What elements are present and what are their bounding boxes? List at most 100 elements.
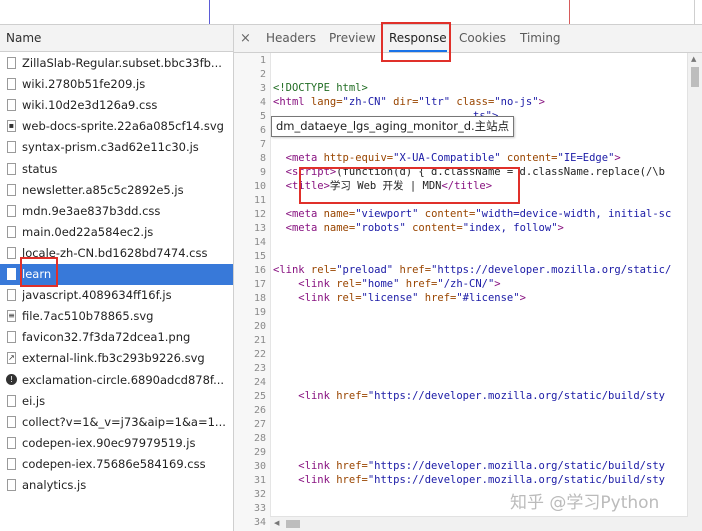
sprite-icon: ▪	[7, 120, 16, 133]
tab-timing[interactable]: Timing	[520, 25, 561, 52]
line-number: 14	[253, 237, 266, 248]
request-name: syntax-prism.c3ad62e11c30.js	[22, 140, 199, 155]
request-name: file.7ac510b78865.svg	[22, 309, 154, 324]
request-name: ei.js	[22, 393, 46, 408]
tab-preview[interactable]: Preview	[329, 25, 376, 52]
request-row[interactable]: learn	[0, 264, 233, 285]
line-number-gutter: 1 2 3 4 5 6 7 8 9 10 11 12 13 14 15 16 17 18 19 20 21 22 23 24 2…	[234, 53, 271, 531]
vertical-scrollbar[interactable]: ▲	[687, 53, 702, 531]
request-row[interactable]: status	[0, 159, 233, 180]
exclamation-icon: !	[6, 373, 17, 385]
line-number: 28	[253, 433, 266, 444]
line-number: 5	[259, 111, 266, 122]
request-row[interactable]: ! exclamation-circle.6890adcd878f...	[0, 370, 233, 391]
line-number: 8	[259, 153, 266, 164]
detail-panel: × Headers Preview Response Cookies Timin…	[234, 25, 702, 531]
request-name: learn	[22, 267, 52, 281]
request-row[interactable]: codepen-iex.90ec97979519.js	[0, 433, 233, 454]
request-row[interactable]: ▪ web-docs-sprite.22a6a085cf14.svg	[0, 116, 233, 137]
tab-headers[interactable]: Headers	[266, 25, 316, 52]
code-line-15: <link rel="preload" href="https://develo…	[273, 264, 672, 276]
line-number: 31	[253, 475, 266, 486]
request-name: codepen-iex.75686e584169.css	[22, 456, 206, 471]
request-row[interactable]: ei.js	[0, 391, 233, 412]
request-row[interactable]: newsletter.a85c5c2892e5.js	[0, 180, 233, 201]
line-number: 19	[253, 307, 266, 318]
code-line-30: <link href="https://developer.mozilla.or…	[298, 460, 665, 472]
request-row[interactable]: wiki.10d2e3d126a9.css	[0, 95, 233, 116]
tab-cookies[interactable]: Cookies	[459, 25, 506, 52]
code-line-9: <title>学习 Web 开发 | MDN</title>	[285, 180, 493, 192]
request-row[interactable]: ≡ file.7ac510b78865.svg	[0, 306, 233, 327]
request-row[interactable]: main.0ed22a584ec2.js	[0, 222, 233, 243]
line-number: 13	[253, 223, 266, 234]
request-row[interactable]: javascript.4089634ff16f.js	[0, 285, 233, 306]
request-name: mdn.9e3ae837b3dd.css	[22, 203, 161, 218]
file-icon	[7, 246, 16, 259]
request-row[interactable]: codepen-iex.75686e584169.css	[0, 454, 233, 475]
line-number: 4	[259, 97, 266, 108]
file-icon	[7, 289, 16, 302]
horizontal-scrollbar[interactable]: ◀	[270, 516, 688, 531]
network-timeline	[0, 0, 702, 25]
close-icon[interactable]: ×	[240, 25, 251, 52]
file-icon	[7, 141, 16, 154]
vertical-scroll-thumb[interactable]	[691, 67, 699, 87]
timeline-divider	[694, 0, 695, 24]
file-icon	[7, 183, 16, 196]
request-name: analytics.js	[22, 478, 87, 492]
request-name: favicon32.7f3da72dcea1.png	[22, 330, 191, 345]
line-number: 15	[253, 251, 266, 262]
name-column-header[interactable]: Name	[0, 25, 233, 52]
code-line-2: <!DOCTYPE html>	[273, 82, 368, 94]
line-number: 12	[253, 209, 266, 220]
file-icon	[7, 436, 16, 449]
code-line-3: <html lang="zh-CN" dir="ltr" class="no-j…	[273, 96, 545, 108]
line-number: 30	[253, 461, 266, 472]
code-line-8: <script>(function(d) { d.className = d.c…	[285, 166, 665, 178]
external-link-icon: ↗	[7, 352, 16, 365]
document-icon: ≡	[7, 310, 16, 323]
horizontal-scroll-thumb[interactable]	[286, 520, 300, 528]
request-name: newsletter.a85c5c2892e5.js	[22, 182, 184, 197]
scroll-up-icon[interactable]: ▲	[691, 55, 696, 63]
line-number: 10	[253, 181, 266, 192]
line-number: 24	[253, 377, 266, 388]
request-name: ZillaSlab-Regular.subset.bbc33fb...	[22, 56, 222, 70]
request-name: exclamation-circle.6890adcd878f...	[22, 372, 225, 387]
request-list-panel: Name ZillaSlab-Regular.subset.bbc33fb...…	[0, 25, 234, 531]
request-row[interactable]: mdn.9e3ae837b3dd.css	[0, 201, 233, 222]
file-icon	[7, 394, 16, 407]
request-name: codepen-iex.90ec97979519.js	[22, 435, 196, 450]
code-line-7: <meta http-equiv="X-UA-Compatible" conte…	[285, 152, 621, 164]
request-row[interactable]: analytics.js	[0, 475, 233, 496]
scroll-left-icon[interactable]: ◀	[274, 519, 279, 527]
line-number: 18	[253, 293, 266, 304]
request-name: javascript.4089634ff16f.js	[22, 288, 172, 303]
line-number: 11	[253, 195, 266, 206]
line-number: 3	[259, 83, 266, 94]
line-number: 17	[253, 279, 266, 290]
file-icon	[7, 57, 16, 69]
request-row[interactable]: ↗ external-link.fb3c293b9226.svg	[0, 348, 233, 369]
hover-tooltip: dm_dataeye_lgs_aging_monitor_d.主站点	[271, 116, 515, 137]
timeline-marker	[209, 0, 210, 24]
request-row[interactable]: collect?v=1&_v=j73&aip=1&a=1...	[0, 412, 233, 433]
request-row[interactable]: syntax-prism.c3ad62e11c30.js	[0, 137, 233, 158]
file-icon	[7, 225, 16, 238]
file-icon	[7, 204, 16, 217]
tab-response[interactable]: Response	[389, 25, 447, 52]
code-line-16: <link rel="home" href="/zh-CN/">	[298, 278, 501, 290]
request-row[interactable]: wiki.2780b51fe209.js	[0, 74, 233, 95]
request-row[interactable]: ZillaSlab-Regular.subset.bbc33fb...	[0, 53, 233, 74]
request-row[interactable]: locale-zh-CN.bd1628bd7474.css	[0, 243, 233, 264]
file-icon	[7, 99, 16, 112]
detail-tabs: × Headers Preview Response Cookies Timin…	[234, 25, 702, 53]
request-row[interactable]: favicon32.7f3da72dcea1.png	[0, 327, 233, 348]
code-line-17: <link rel="license" href="#license">	[298, 292, 526, 304]
line-number: 9	[259, 167, 266, 178]
code-line-12: <meta name="robots" content="index, foll…	[285, 222, 564, 234]
timeline-marker	[569, 0, 570, 24]
file-icon	[7, 268, 16, 280]
line-number: 25	[253, 391, 266, 402]
